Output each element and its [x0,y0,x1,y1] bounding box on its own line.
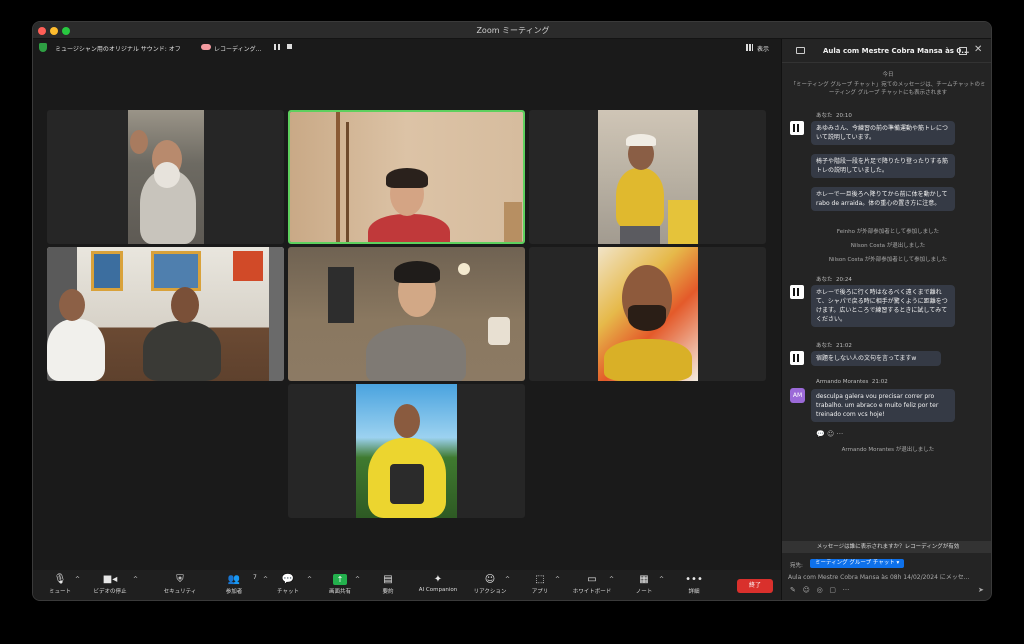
video-tile[interactable] [47,247,284,381]
participants-icon: 👥 [227,574,241,585]
recipient-label: 宛先: [790,563,803,569]
video-tile[interactable] [47,110,284,244]
shield-icon[interactable] [39,43,47,52]
add-reaction-icon[interactable]: ☺ [827,430,834,438]
reactions-options-caret[interactable]: ^ [505,576,510,583]
user-avatar[interactable] [790,121,804,135]
summary-button[interactable]: ▤ 要約 [363,573,413,595]
user-avatar[interactable]: AM [790,388,805,403]
format-icon[interactable]: ✎ [790,586,796,594]
emoji-icon[interactable]: ☺ [803,586,810,594]
grid-view-icon[interactable] [746,44,753,51]
title-bar: Zoom ミーティング [33,22,991,39]
file-icon[interactable]: ▢ [829,586,836,594]
meeting-toolbar: 🎙 ミュート ^ ■◂ ビデオの停止 ^ ⛨ セキュリティ 👥 参加者 7 ^ … [33,570,781,600]
chat-message[interactable]: 宿題をしない人の文句を言ってますw [811,351,941,366]
participant-video [356,384,457,518]
zoom-window: Zoom ミーティング ミュージシャン用のオリジナル サウンド: オフ レコーデ… [32,21,992,601]
user-avatar[interactable] [790,285,804,299]
video-tile[interactable] [529,110,766,244]
pause-icon[interactable] [274,44,280,50]
video-gallery [33,57,781,570]
stop-video-button[interactable]: ■◂ ビデオの停止 [85,573,135,595]
chat-title: Aula com Mestre Cobra Mansa às 0... [823,47,970,55]
participant-video [288,247,525,381]
participant-video [128,110,204,244]
stop-icon[interactable] [287,44,292,49]
participants-count: 7 [253,574,257,581]
date-divider: 今日 [882,72,894,78]
view-button[interactable]: 表示 [757,44,769,53]
send-icon[interactable]: ➤ [978,586,984,594]
more-dots-icon[interactable]: ··· [843,586,850,594]
message-actions: 💬 ☺ ··· [816,430,843,438]
reply-icon[interactable]: 💬 [816,430,825,438]
video-tile[interactable] [288,384,525,518]
chat-popout-icon[interactable] [796,47,805,54]
participant-video [598,247,698,381]
audio-options-caret[interactable]: ^ [75,576,80,583]
meeting-top-bar: ミュージシャン用のオリジナル サウンド: オフ レコーディング... 表示 [33,39,781,57]
security-button[interactable]: ⛨ セキュリティ [155,573,205,595]
document-icon: ▤ [383,574,393,585]
share-screen-icon: ↑ [333,574,347,585]
chat-header: Aula com Mestre Cobra Mansa às 0... ✕ [782,39,991,63]
whiteboard-options-caret[interactable]: ^ [609,576,614,583]
video-tile[interactable] [529,247,766,381]
apps-options-caret[interactable]: ^ [555,576,560,583]
end-meeting-button[interactable]: 終了 [737,579,773,593]
system-message: Nilson Costa が退出しました [850,243,926,249]
chat-message[interactable]: desculpa galera vou precisar correr pro … [811,389,955,422]
system-message: Nilson Costa が外部参加者として参加しました [828,257,948,263]
chat-message[interactable]: ホレーで後ろに行く時はなるべく遠くまで離れて、シャパで戻る時に相手が驚くように距… [811,285,955,327]
sparkle-icon: ✦ [433,574,443,585]
video-camera-icon: ■◂ [102,574,118,585]
chat-message[interactable]: ホレーで一旦後ろへ降りてから前に体を動かして rabo de arraida。体… [811,187,955,211]
system-message: Armando Morantes が退出しました [841,447,935,453]
chat-notice: 「ミーティング グループ チャット」宛てのメッセージは、チームチャットのミーティ… [790,82,986,96]
participant-video [47,247,284,381]
participant-video [290,112,523,242]
ai-companion-button[interactable]: ✦ AI Companion [413,573,463,593]
system-message: Feinho が外部参加者として参加しました [836,229,940,235]
notes-options-caret[interactable]: ^ [659,576,664,583]
more-dots-icon: ••• [685,574,703,585]
composer-toolbar: ✎ ☺ ◎ ▢ ··· [790,586,986,596]
video-tile[interactable] [288,247,525,381]
chat-bubble-icon: 💬 [281,574,295,585]
user-avatar[interactable] [790,351,804,365]
share-options-caret[interactable]: ^ [355,576,360,583]
chat-message-input[interactable]: Aula com Mestre Cobra Mansa às 08h 14/02… [788,572,988,582]
participant-video [598,110,698,244]
chat-panel: Aula com Mestre Cobra Mansa às 0... ✕ 今日… [781,39,991,600]
chat-message[interactable]: あゆみさん、今練習の前の準備運動や筋トレについて説明しています。 [811,121,955,145]
cloud-recording-icon [201,44,211,50]
video-options-caret[interactable]: ^ [133,576,138,583]
message-sender: あなた 21:02 [816,343,852,349]
chat-message[interactable]: 椅子や階段一段を片足で降りたり登ったりする筋トレの説明していました。 [811,154,955,178]
recipient-selector[interactable]: ミーティング グループ チャット ▾ [810,559,905,568]
more-dots-icon[interactable]: ··· [837,430,844,438]
participants-button[interactable]: 👥 参加者 [209,573,259,595]
chat-options-caret[interactable]: ^ [307,576,312,583]
video-tile-active-speaker[interactable] [288,110,525,244]
shield-icon: ⛨ [176,574,184,585]
original-sound-label[interactable]: ミュージシャン用のオリジナル サウンド: オフ [55,44,181,53]
screenshot-icon[interactable]: ◎ [817,586,823,594]
open-in-new-window-icon[interactable] [959,47,967,55]
window-title: Zoom ミーティング [476,26,550,35]
chat-button[interactable]: 💬 チャット [263,573,313,595]
message-sender: あなた 20:10 [816,113,852,119]
more-button[interactable]: ••• 詳細 [669,573,719,595]
message-sender: あなた 20:24 [816,277,852,283]
recording-label[interactable]: レコーディング... [214,44,261,53]
message-sender: Armando Morantes 21:02 [816,379,888,385]
close-icon[interactable]: ✕ [974,44,982,55]
recording-visibility-notice[interactable]: メッセージは誰に表示されますか？レコーディングが有効 [782,541,991,553]
